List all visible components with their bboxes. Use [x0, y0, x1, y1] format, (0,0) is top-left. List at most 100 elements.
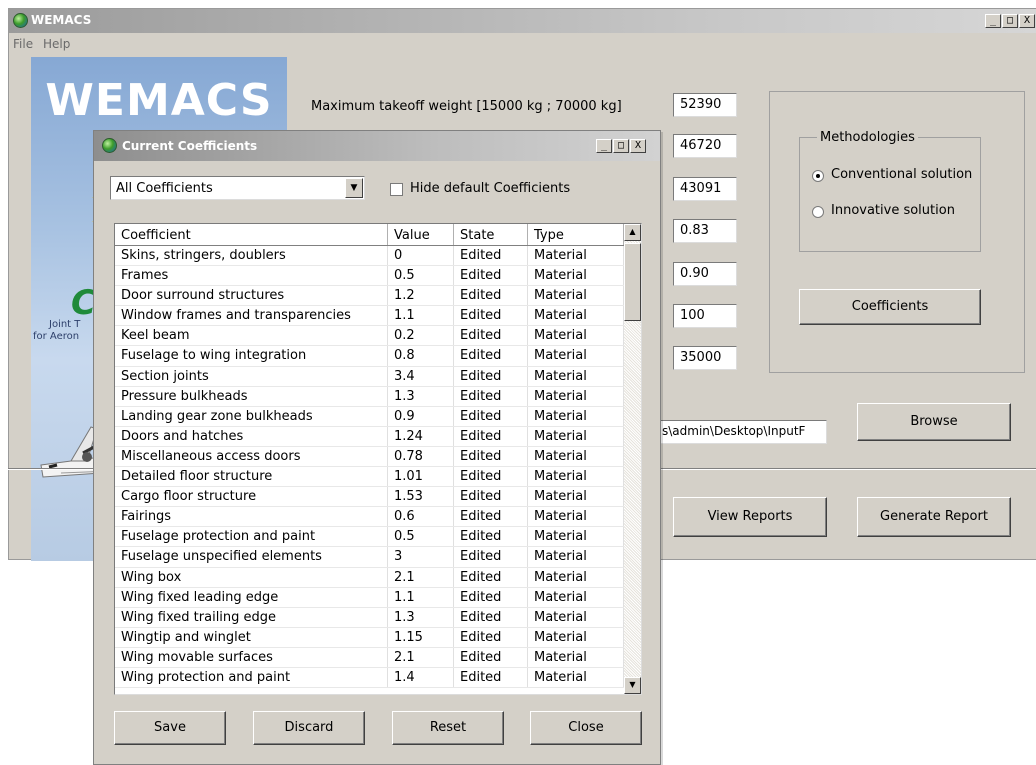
cell-value[interactable]: 1.1 — [388, 306, 454, 326]
view-reports-button[interactable]: View Reports — [673, 497, 827, 537]
scroll-up-arrow-icon[interactable]: ▲ — [624, 224, 641, 241]
cell-coefficient: Fuselage to wing integration — [115, 346, 388, 366]
generate-report-button[interactable]: Generate Report — [857, 497, 1011, 537]
menu-file[interactable]: File — [13, 37, 33, 51]
table-row[interactable]: Fuselage to wing integration 0.8 Edited Mat… — [115, 346, 624, 367]
column-header-type[interactable]: Type — [528, 224, 624, 245]
cell-value[interactable]: 1.15 — [388, 627, 454, 647]
dialog-title: Current Coefficients — [122, 139, 258, 153]
table-row[interactable]: Wing movable surfaces 2.1 Edited Material — [115, 647, 624, 668]
cell-value[interactable]: 3.4 — [388, 366, 454, 386]
table-row[interactable]: Miscellaneous access doors 0.78 Edited Mate… — [115, 446, 624, 468]
cell-type: Material — [528, 446, 624, 467]
cell-state: Edited — [454, 667, 528, 688]
scrollbar-thumb[interactable] — [624, 243, 641, 321]
table-row[interactable]: Doors and hatches 1.24 Edited Material — [115, 426, 624, 447]
cell-coefficient: Wing movable surfaces — [115, 647, 388, 667]
hide-default-checkbox[interactable] — [390, 183, 403, 196]
vertical-scrollbar[interactable]: ▲ ▼ — [624, 224, 641, 694]
hide-default-label[interactable]: Hide default Coefficients — [410, 181, 570, 196]
cell-value[interactable]: 0 — [388, 246, 454, 266]
cell-type: Material — [528, 346, 624, 366]
cell-value[interactable]: 0.6 — [388, 507, 454, 527]
cell-value[interactable]: 1.53 — [388, 487, 454, 507]
table-row[interactable]: Wing fixed leading edge 1.1 Edited Material — [115, 587, 624, 608]
discard-button[interactable]: Discard — [253, 711, 365, 745]
maximize-button[interactable]: □ — [1002, 14, 1018, 28]
innovative-radio[interactable] — [812, 206, 824, 218]
table-row[interactable]: Section joints 3.4 Edited Material — [115, 366, 624, 387]
close-dialog-button[interactable]: Close — [530, 711, 642, 745]
table-row[interactable]: Wingtip and winglet 1.15 Edited Material — [115, 627, 624, 648]
cell-value[interactable]: 1.1 — [388, 587, 454, 607]
column-header-state[interactable]: State — [454, 224, 528, 245]
table-row[interactable]: Fuselage protection and paint 0.5 Edited Ma… — [115, 527, 624, 548]
cell-state: Edited — [454, 386, 528, 406]
cell-value[interactable]: 0.8 — [388, 346, 454, 366]
input-4[interactable]: 0.83 — [673, 219, 737, 243]
cell-state: Edited — [454, 346, 528, 366]
cell-value[interactable]: 3 — [388, 547, 454, 567]
dialog-close-button[interactable]: X — [630, 139, 646, 153]
table-row[interactable]: Detailed floor structure 1.01 Edited Materi… — [115, 467, 624, 488]
column-header-coefficient[interactable]: Coefficient — [115, 224, 388, 245]
table-row[interactable]: Door surround structures 1.2 Edited Materia… — [115, 286, 624, 307]
input-file-path[interactable]: s\admin\Desktop\InputF — [655, 420, 827, 444]
input-5[interactable]: 0.90 — [673, 262, 737, 286]
coefficient-filter-select[interactable]: All Coefficients ▼ — [110, 176, 365, 200]
input-6[interactable]: 100 — [673, 304, 737, 328]
scroll-down-arrow-icon[interactable]: ▼ — [624, 677, 641, 694]
methodologies-group — [799, 137, 981, 252]
mtow-input[interactable]: 52390 — [673, 93, 737, 117]
table-row[interactable]: Fuselage unspecified elements 3 Edited Mate… — [115, 547, 624, 568]
dialog-titlebar[interactable]: Current Coefficients _ □ X — [94, 131, 660, 161]
table-row[interactable]: Keel beam 0.2 Edited Material — [115, 326, 624, 347]
table-row[interactable]: Landing gear zone bulkheads 0.9 Edited Mate… — [115, 406, 624, 427]
coefficients-button[interactable]: Coefficients — [799, 289, 981, 325]
cell-type: Material — [528, 246, 624, 266]
browse-button[interactable]: Browse — [857, 403, 1011, 441]
chevron-down-icon[interactable]: ▼ — [345, 178, 363, 198]
cell-value[interactable]: 1.2 — [388, 286, 454, 306]
column-header-value[interactable]: Value — [388, 224, 454, 245]
innovative-label[interactable]: Innovative solution — [831, 203, 955, 218]
main-titlebar[interactable]: WEMACS _ □ X — [9, 9, 1036, 33]
table-row[interactable]: Skins, stringers, doublers 0 Edited Materia… — [115, 246, 624, 267]
save-button[interactable]: Save — [114, 711, 226, 745]
cell-value[interactable]: 2.1 — [388, 567, 454, 587]
table-row[interactable]: Window frames and transparencies 1.1 Edite… — [115, 306, 624, 327]
conventional-radio[interactable] — [812, 170, 824, 182]
cell-type: Material — [528, 527, 624, 547]
table-row[interactable]: Wing fixed trailing edge 1.3 Edited Materia… — [115, 607, 624, 628]
input-3[interactable]: 43091 — [673, 177, 737, 201]
cell-state: Edited — [454, 607, 528, 627]
cell-value[interactable]: 1.4 — [388, 667, 454, 688]
dialog-minimize-button[interactable]: _ — [596, 139, 612, 153]
cell-value[interactable]: 0.2 — [388, 326, 454, 346]
cell-value[interactable]: 1.01 — [388, 467, 454, 487]
minimize-button[interactable]: _ — [985, 14, 1001, 28]
conventional-label[interactable]: Conventional solution — [831, 167, 972, 182]
table-row[interactable]: Pressure bulkheads 1.3 Edited Material — [115, 386, 624, 407]
table-row[interactable]: Frames 0.5 Edited Material — [115, 266, 624, 287]
reset-button[interactable]: Reset — [392, 711, 504, 745]
close-button[interactable]: X — [1019, 14, 1035, 28]
input-2[interactable]: 46720 — [673, 134, 737, 158]
cell-state: Edited — [454, 547, 528, 567]
cell-value[interactable]: 0.5 — [388, 266, 454, 286]
cell-value[interactable]: 0.9 — [388, 406, 454, 426]
cell-value[interactable]: 0.78 — [388, 446, 454, 467]
input-7[interactable]: 35000 — [673, 346, 737, 370]
menu-help[interactable]: Help — [43, 37, 70, 51]
cell-value[interactable]: 2.1 — [388, 647, 454, 667]
table-row[interactable]: Cargo floor structure 1.53 Edited Material — [115, 487, 624, 508]
dialog-maximize-button[interactable]: □ — [613, 139, 629, 153]
app-globe-icon — [13, 13, 28, 28]
table-row[interactable]: Fairings 0.6 Edited Material — [115, 507, 624, 528]
cell-value[interactable]: 0.5 — [388, 527, 454, 547]
cell-value[interactable]: 1.3 — [388, 607, 454, 627]
table-row[interactable]: Wing protection and paint 1.4 Edited Materi… — [115, 667, 624, 689]
cell-value[interactable]: 1.3 — [388, 386, 454, 406]
cell-value[interactable]: 1.24 — [388, 426, 454, 446]
table-row[interactable]: Wing box 2.1 Edited Material — [115, 567, 624, 588]
